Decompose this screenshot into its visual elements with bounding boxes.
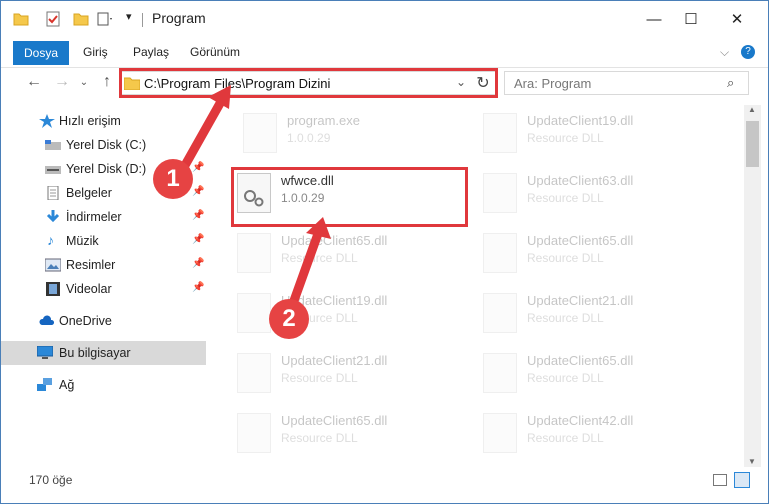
step-1-badge: 1	[153, 159, 193, 199]
step-2-badge: 2	[269, 299, 309, 339]
explorer-window: ▾ Program — ☐ ✕ Dosya Giriş Paylaş Görün…	[0, 0, 769, 504]
annotation-arrows	[174, 85, 331, 314]
